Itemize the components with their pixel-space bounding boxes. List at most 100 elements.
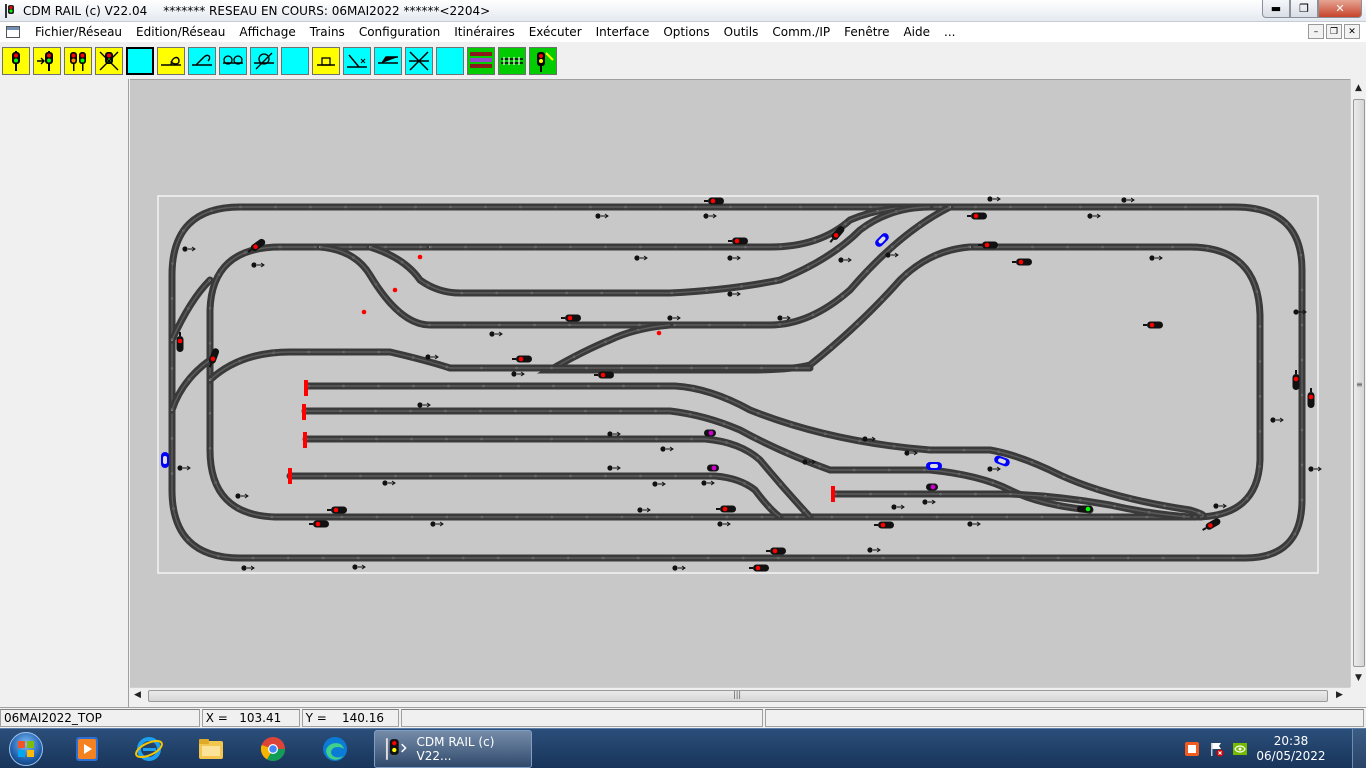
- scroll-down-icon[interactable]: ▼: [1355, 673, 1362, 683]
- toolbar-button-turnout-loop-6[interactable]: [188, 47, 216, 75]
- track-marker-icon: [382, 480, 388, 486]
- taskbar-internet-explorer[interactable]: [120, 730, 178, 768]
- signal-green-icon[interactable]: [1077, 505, 1093, 513]
- maximize-button[interactable]: ❐: [1290, 0, 1318, 18]
- window-controls: ▬ ❐ ✕: [1262, 0, 1362, 18]
- track-marker-icon: [922, 499, 928, 505]
- menu-configuration[interactable]: Configuration: [352, 22, 447, 42]
- train-icon[interactable]: [161, 452, 169, 468]
- track-marker-icon: [672, 565, 678, 571]
- menu-aide[interactable]: Aide: [896, 22, 937, 42]
- office-tray-icon[interactable]: [1184, 741, 1200, 757]
- mdi-close-button[interactable]: ✕: [1344, 24, 1360, 39]
- toolbar-button-crossed-loop-8[interactable]: [250, 47, 278, 75]
- toolbar-button-track-16[interactable]: [498, 47, 526, 75]
- track-marker-icon: [987, 196, 993, 202]
- menu-more[interactable]: ...: [937, 22, 962, 42]
- toolbar-button-crossing-13[interactable]: [405, 47, 433, 75]
- nvidia-tray-icon[interactable]: [1232, 741, 1248, 757]
- left-panel: [0, 79, 129, 708]
- track-marker-icon: [607, 431, 613, 437]
- track-marker-icon: [489, 331, 495, 337]
- track-marker-icon: [891, 504, 897, 510]
- wagon-icon[interactable]: [704, 429, 716, 437]
- x-value: 103.41: [239, 710, 282, 725]
- taskbar-media-player[interactable]: [58, 730, 116, 768]
- status-panel-empty: [401, 708, 763, 727]
- menu-options[interactable]: Options: [656, 22, 716, 42]
- toolbar-button-platform-10[interactable]: [312, 47, 340, 75]
- signal-wand-icon: [537, 52, 554, 72]
- menu-affichage[interactable]: Affichage: [232, 22, 302, 42]
- track-marker-icon: [660, 446, 666, 452]
- x-label: X =: [205, 710, 228, 725]
- signal-cross-icon: [99, 51, 119, 71]
- mdi-minimize-button[interactable]: –: [1308, 24, 1324, 39]
- wagon-icon[interactable]: [707, 464, 719, 472]
- minimize-button[interactable]: ▬: [1262, 0, 1290, 18]
- mdi-restore-button[interactable]: ❐: [1326, 24, 1342, 39]
- track-plan-svg[interactable]: [130, 80, 1350, 687]
- horizontal-scroll-thumb[interactable]: |||: [148, 690, 1328, 702]
- track-icon: [501, 57, 523, 65]
- wagon-icon[interactable]: [926, 483, 938, 491]
- toolbar-button-turnout-11[interactable]: [343, 47, 371, 75]
- clock-date: 06/05/2022: [1256, 749, 1326, 763]
- windows-taskbar: CDM RAIL (c) V22... 20:38 06/05/2022: [0, 728, 1366, 768]
- track-marker-icon: [1308, 466, 1314, 472]
- show-desktop-button[interactable]: [1352, 729, 1366, 768]
- menu-comm-ip[interactable]: Comm./IP: [765, 22, 837, 42]
- horizontal-scrollbar[interactable]: ◀ ||| ▶: [130, 687, 1350, 704]
- scroll-up-icon[interactable]: ▲: [1355, 83, 1362, 93]
- close-button[interactable]: ✕: [1318, 0, 1362, 18]
- toolbar-button-double-loop-7[interactable]: [219, 47, 247, 75]
- menu-fenetre[interactable]: Fenêtre: [837, 22, 896, 42]
- app-signal-icon[interactable]: [3, 3, 17, 18]
- track-marker-icon: [987, 466, 993, 472]
- toolbar-button-double-signal-2[interactable]: [64, 47, 92, 75]
- menu-fichier[interactable]: Fichier/Réseau: [28, 22, 129, 42]
- toolbar-button-signal-0[interactable]: [2, 47, 30, 75]
- vertical-scrollbar[interactable]: ▲ ≡ ▼: [1350, 79, 1366, 687]
- menu-outils[interactable]: Outils: [717, 22, 766, 42]
- document-menu-icon[interactable]: [6, 26, 20, 38]
- status-y-coordinate: Y = 140.16: [301, 708, 400, 727]
- toolbar-button-blank-9[interactable]: [281, 47, 309, 75]
- toolbar-button-signal-wand-17[interactable]: [529, 47, 557, 75]
- restore-icon: ❐: [1299, 2, 1309, 15]
- taskbar-clock[interactable]: 20:38 06/05/2022: [1256, 734, 1326, 764]
- taskbar-active-cdm-rail[interactable]: CDM RAIL (c) V22...: [374, 729, 532, 768]
- toolbar-button-blank-14[interactable]: [436, 47, 464, 75]
- flag-notification-icon[interactable]: [1208, 741, 1224, 757]
- toolbar-button-turnout-pair-12[interactable]: [374, 47, 402, 75]
- taskbar-file-explorer[interactable]: [182, 730, 240, 768]
- toolbar-button-blank-4[interactable]: [126, 47, 154, 75]
- menu-executer[interactable]: Exécuter: [522, 22, 589, 42]
- blank-icon: [128, 49, 152, 73]
- title-bar: CDM RAIL (c) V22.04 ******* RESEAU EN CO…: [0, 0, 1366, 22]
- toolbar-button-loop-5[interactable]: [157, 47, 185, 75]
- track-marker-icon: [177, 465, 183, 471]
- toolbar-button-signal-cross-3[interactable]: [95, 47, 123, 75]
- vertical-scroll-thumb[interactable]: ≡: [1353, 99, 1365, 667]
- signal-arrow-icon: [37, 51, 53, 71]
- menu-interface[interactable]: Interface: [589, 22, 657, 42]
- media-player-icon: [76, 736, 98, 761]
- menu-trains[interactable]: Trains: [303, 22, 352, 42]
- track-plan-canvas[interactable]: [130, 79, 1350, 687]
- toolbar-button-colored-lines-15[interactable]: [467, 47, 495, 75]
- scroll-left-icon[interactable]: ◀: [134, 690, 141, 700]
- menu-itineraires[interactable]: Itinéraires: [447, 22, 522, 42]
- train-icon[interactable]: [926, 462, 942, 470]
- taskbar-edge[interactable]: [306, 730, 364, 768]
- toolbar-button-signal-arrow-1[interactable]: [33, 47, 61, 75]
- track-marker-icon: [885, 252, 891, 258]
- track-marker-icon: [241, 565, 247, 571]
- buffer-stop: [831, 486, 835, 502]
- start-button[interactable]: [6, 729, 46, 768]
- track-marker-icon: [235, 493, 241, 499]
- turnout-pair-icon: [378, 56, 398, 64]
- menu-edition[interactable]: Edition/Réseau: [129, 22, 232, 42]
- taskbar-chrome[interactable]: [244, 730, 302, 768]
- scroll-right-icon[interactable]: ▶: [1336, 690, 1343, 700]
